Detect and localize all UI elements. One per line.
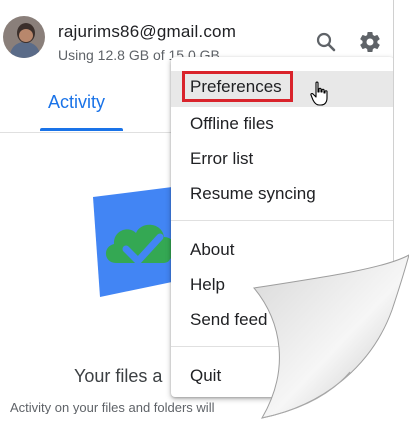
- backup-sync-window: rajurims86@gmail.com Using 12.8 GB of 15…: [0, 0, 394, 414]
- menu-item-label: Offline files: [190, 114, 274, 133]
- menu-item-resume-syncing[interactable]: Resume syncing: [171, 176, 393, 212]
- menu-item-label: Quit: [190, 366, 222, 385]
- menu-item-help[interactable]: Help: [171, 267, 393, 303]
- menu-item-preferences[interactable]: Preferences: [171, 71, 393, 107]
- empty-state-subtitle: Activity on your files and folders will: [10, 400, 215, 414]
- menu-divider: [171, 220, 393, 221]
- menu-item-label: Help: [190, 275, 225, 294]
- menu-item-label: Send feed: [190, 310, 268, 329]
- hand-pointer-cursor-icon: [310, 81, 328, 106]
- menu-item-about[interactable]: About: [171, 232, 393, 268]
- menu-item-offline-files[interactable]: Offline files: [171, 106, 393, 142]
- menu-item-error-list[interactable]: Error list: [171, 141, 393, 177]
- gear-icon[interactable]: [358, 30, 382, 54]
- menu-item-label: About: [190, 240, 235, 259]
- active-tab-indicator: [40, 128, 123, 131]
- menu-divider: [171, 346, 393, 347]
- menu-item-label: Resume syncing: [190, 184, 316, 203]
- settings-menu: Preferences Offline files Error list Res…: [171, 57, 393, 397]
- account-email: rajurims86@gmail.com: [58, 22, 237, 41]
- menu-item-label: Preferences: [190, 77, 282, 96]
- empty-state-title: Your files a: [74, 366, 163, 386]
- avatar[interactable]: [3, 16, 45, 58]
- tab-activity[interactable]: Activity: [48, 92, 105, 113]
- search-icon[interactable]: [314, 30, 338, 54]
- menu-item-quit[interactable]: Quit: [171, 358, 393, 394]
- menu-item-label: Error list: [190, 149, 254, 168]
- menu-item-send-feedback[interactable]: Send feed: [171, 302, 393, 338]
